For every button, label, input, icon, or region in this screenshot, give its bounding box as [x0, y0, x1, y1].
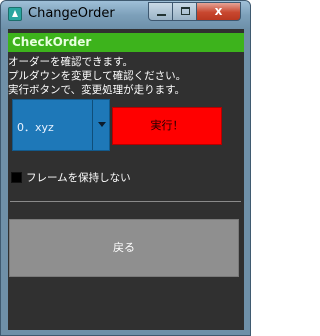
app-icon — [8, 7, 22, 21]
close-button[interactable]: x — [196, 2, 241, 21]
description-line: プルダウンを変更して確認ください。 — [8, 70, 187, 82]
header-title: CheckOrder — [8, 33, 244, 52]
back-button[interactable]: 戻る — [9, 219, 239, 277]
keep-frame-checkbox[interactable] — [11, 172, 22, 183]
maximize-icon — [181, 7, 190, 15]
client-area: CheckOrder オーダーを確認できます。 プルダウンを変更して確認ください… — [8, 29, 244, 330]
dropdown-divider — [92, 100, 93, 150]
execute-button[interactable]: 実行！ — [112, 107, 222, 145]
order-dropdown-value: 0．xyz — [17, 121, 54, 134]
description-line: オーダーを確認できます。 — [8, 56, 133, 68]
keep-frame-label[interactable]: フレームを保持しない — [26, 170, 131, 185]
minimize-button[interactable] — [148, 2, 173, 21]
title-bar[interactable]: ChangeOrder x — [1, 1, 250, 29]
minimize-icon — [157, 14, 166, 16]
window-title: ChangeOrder — [28, 6, 115, 21]
order-dropdown[interactable]: 0．xyz — [12, 99, 110, 151]
description-line: 実行ボタンで、変更処理が走ります。 — [8, 84, 186, 96]
divider — [10, 201, 241, 202]
chevron-down-icon[interactable] — [98, 122, 106, 127]
description: オーダーを確認できます。 プルダウンを変更して確認ください。 実行ボタンで、変更… — [8, 55, 244, 97]
app-window: ChangeOrder x CheckOrder オーダーを確認できます。 プル… — [0, 0, 251, 336]
maximize-button[interactable] — [172, 2, 197, 21]
